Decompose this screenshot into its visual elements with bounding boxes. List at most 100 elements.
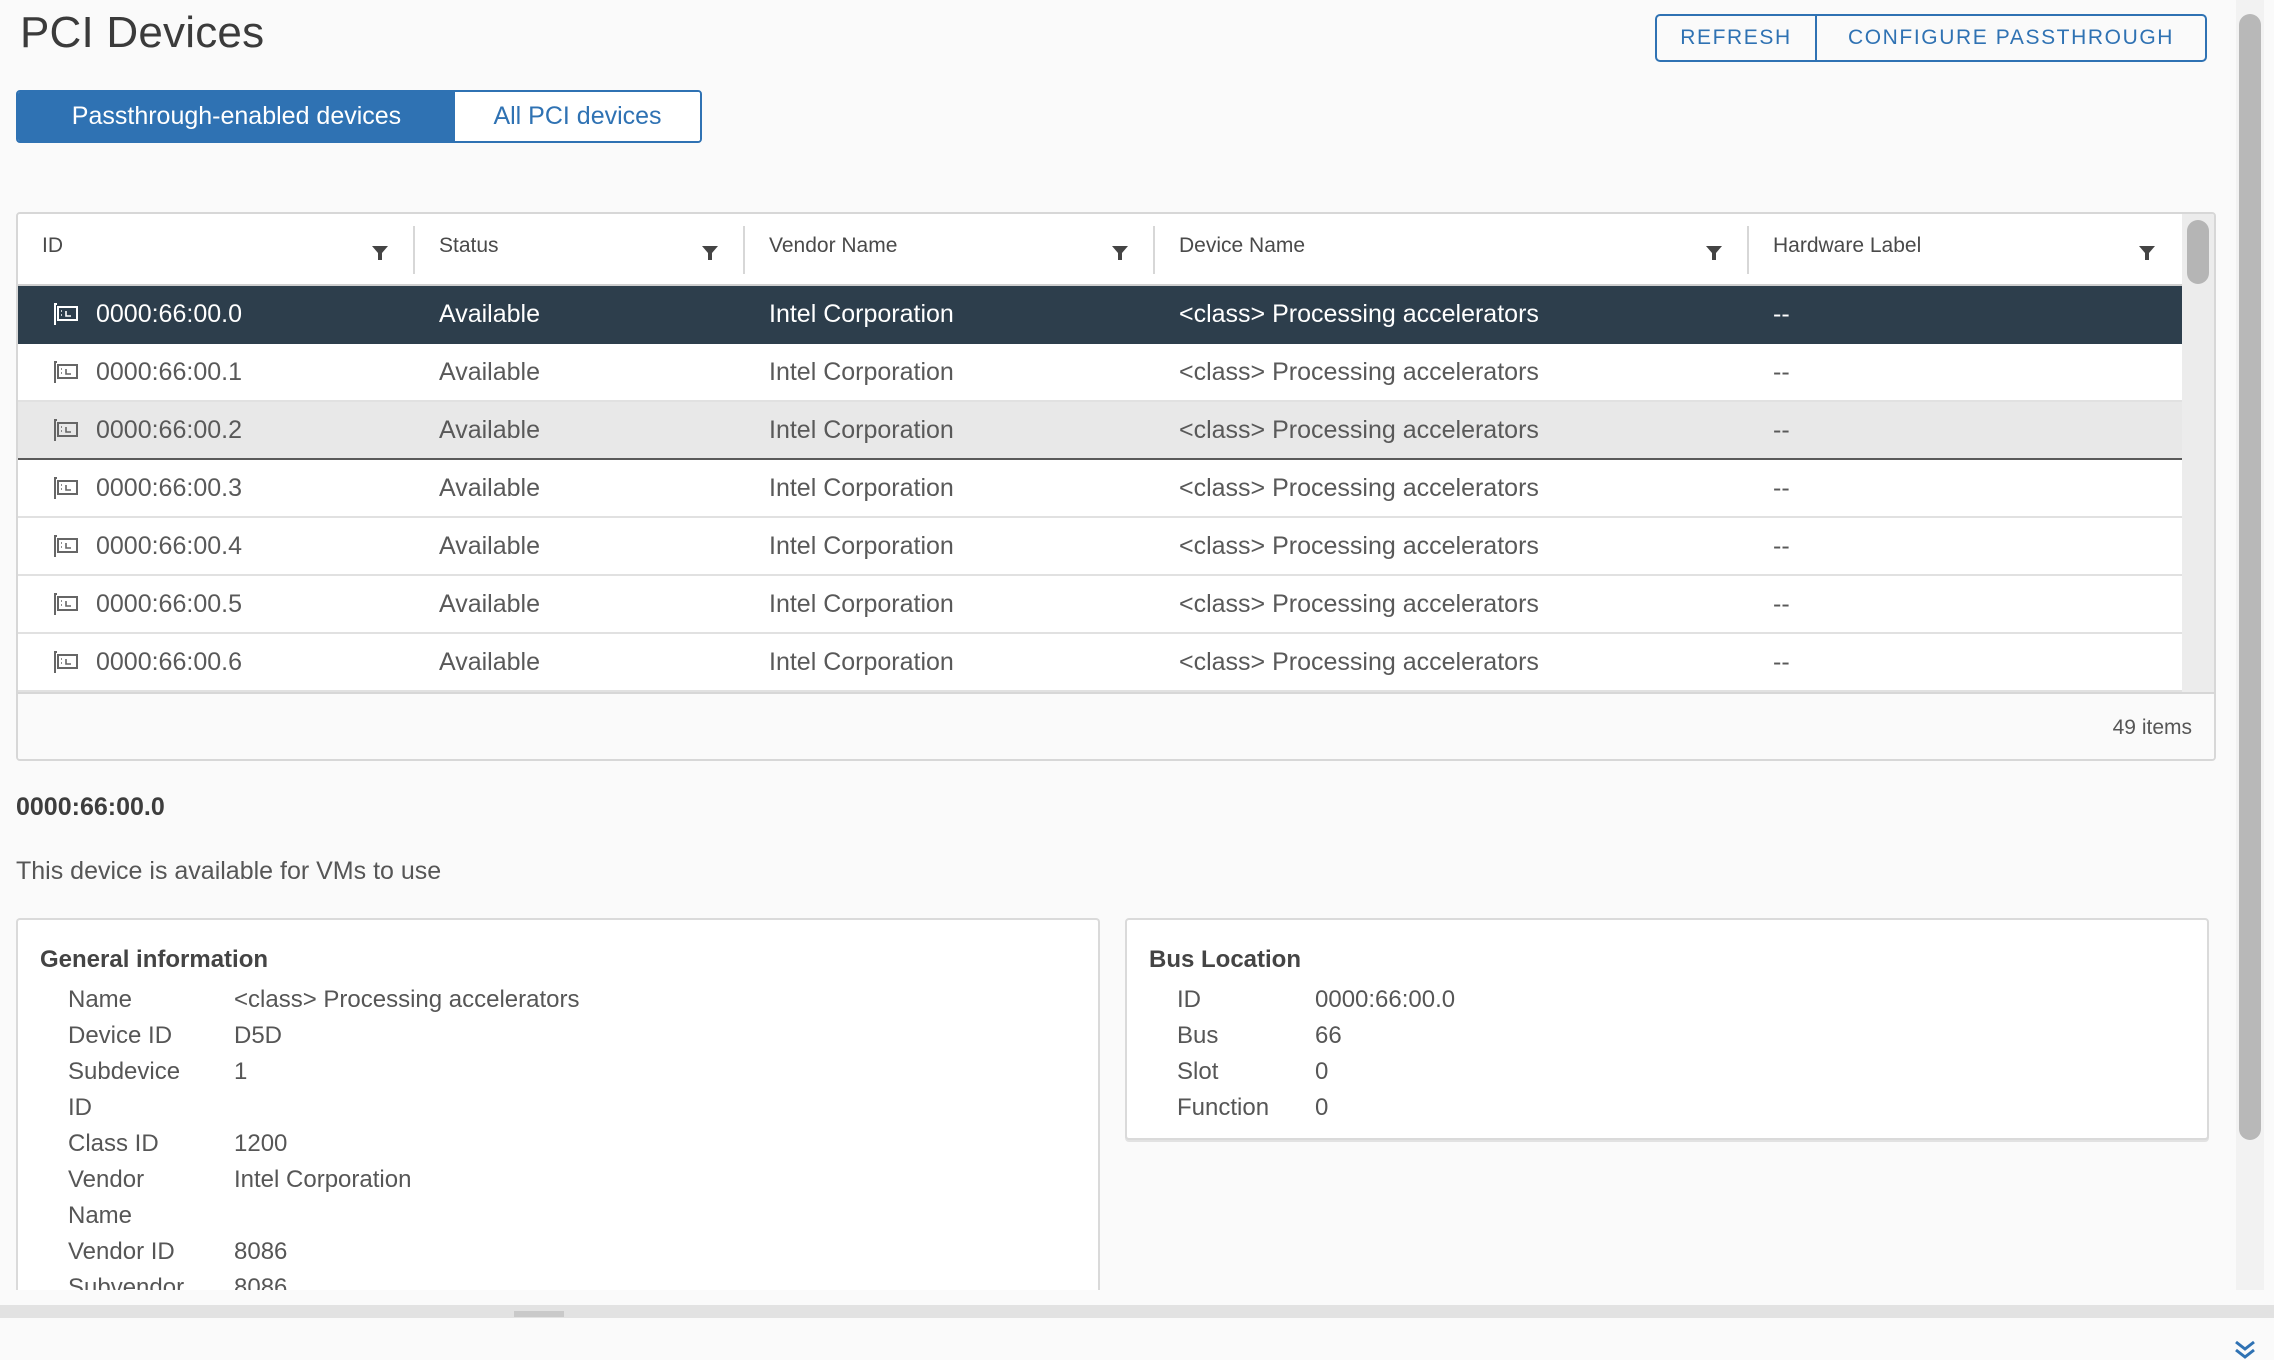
grid-body: 0000:66:00.0 Available Intel Corporation <c…: [18, 286, 2182, 692]
cell-device-name: <class> Processing accelerators: [1155, 344, 1749, 400]
cell-device-name: <class> Processing accelerators: [1155, 576, 1749, 632]
pci-card-icon: [54, 535, 78, 557]
filter-icon[interactable]: [1111, 244, 1129, 262]
cell-vendor-name: Intel Corporation: [745, 286, 1155, 342]
tab-all-pci-devices[interactable]: All PCI devices: [455, 92, 700, 141]
detail-field: Slot 0: [1177, 1054, 1455, 1090]
cell-text: --: [1773, 299, 1790, 328]
cell-hardware-label: --: [1749, 460, 2182, 516]
cell-text: <class> Processing accelerators: [1179, 299, 1539, 328]
filter-icon[interactable]: [1705, 244, 1723, 262]
filter-icon[interactable]: [2138, 244, 2156, 262]
splitter-grip[interactable]: [514, 1311, 564, 1317]
cell-id: 0000:66:00.6: [18, 634, 415, 690]
filter-icon[interactable]: [371, 244, 389, 262]
page-scrollbar[interactable]: [2236, 0, 2264, 1290]
field-key: Subdevice ID: [68, 1058, 181, 1121]
cell-text: Intel Corporation: [769, 647, 954, 676]
cell-device-name: <class> Processing accelerators: [1155, 460, 1749, 516]
table-row[interactable]: 0000:66:00.3 Available Intel Corporation <c…: [18, 460, 2182, 518]
detail-field: Subdevice ID 1: [68, 1054, 580, 1126]
field-value: D5D: [234, 1022, 283, 1049]
field-key: Function: [1177, 1094, 1270, 1121]
cell-hardware-label: --: [1749, 344, 2182, 400]
panel-resize-splitter[interactable]: [0, 1305, 2274, 1318]
detail-field: ID 0000:66:00.0: [1177, 982, 1455, 1018]
pci-card-icon: [54, 593, 78, 615]
cell-hardware-label: --: [1749, 402, 2182, 458]
cell-status: Available: [415, 286, 745, 342]
cell-text: --: [1773, 531, 1790, 560]
cell-text: Intel Corporation: [769, 299, 954, 328]
column-header-status[interactable]: Status: [415, 214, 745, 284]
cell-status: Available: [415, 344, 745, 400]
grid-scrollbar[interactable]: [2182, 214, 2214, 692]
filter-icon[interactable]: [701, 244, 719, 262]
cell-vendor-name: Intel Corporation: [745, 402, 1155, 458]
cell-text: 0000:66:00.1: [96, 357, 242, 386]
cell-text: Available: [439, 473, 541, 502]
field-key: Bus: [1177, 1022, 1219, 1049]
table-row[interactable]: 0000:66:00.2 Available Intel Corporation <c…: [18, 402, 2182, 460]
cell-text: 0000:66:00.6: [96, 647, 242, 676]
cell-id: 0000:66:00.2: [18, 402, 415, 458]
detail-field: Vendor Name Intel Corporation: [68, 1162, 580, 1234]
field-key: Device ID: [68, 1022, 173, 1049]
field-value: 66: [1315, 1022, 1342, 1049]
field-value: 1200: [234, 1130, 288, 1157]
cell-text: --: [1773, 589, 1790, 618]
cell-text: Available: [439, 357, 541, 386]
cell-vendor-name: Intel Corporation: [745, 460, 1155, 516]
cell-text: Available: [439, 531, 541, 560]
column-header-id[interactable]: ID: [18, 214, 415, 284]
column-header-hardware-label[interactable]: Hardware Label: [1749, 214, 2182, 284]
field-key: Class ID: [68, 1130, 159, 1157]
cell-text: <class> Processing accelerators: [1179, 647, 1539, 676]
field-value: <class> Processing accelerators: [234, 986, 580, 1013]
pci-card-icon: [54, 651, 78, 673]
field-value: Intel Corporation: [234, 1166, 412, 1193]
cell-id: 0000:66:00.4: [18, 518, 415, 574]
cell-hardware-label: --: [1749, 634, 2182, 690]
cell-vendor-name: Intel Corporation: [745, 576, 1155, 632]
table-row[interactable]: 0000:66:00.6 Available Intel Corporation <c…: [18, 634, 2182, 692]
grid-scrollbar-thumb[interactable]: [2187, 220, 2209, 284]
refresh-button[interactable]: REFRESH: [1657, 16, 1817, 60]
cell-text: 0000:66:00.5: [96, 589, 242, 618]
cell-text: 0000:66:00.3: [96, 473, 242, 502]
pci-card-icon: [54, 477, 78, 499]
item-count: 49 items: [2112, 715, 2192, 739]
cell-text: --: [1773, 473, 1790, 502]
page-scrollbar-thumb[interactable]: [2239, 14, 2261, 1140]
cell-text: <class> Processing accelerators: [1179, 589, 1539, 618]
cell-text: Available: [439, 415, 541, 444]
column-header-vendor-name[interactable]: Vendor Name: [745, 214, 1155, 284]
cell-status: Available: [415, 460, 745, 516]
configure-passthrough-button[interactable]: CONFIGURE PASSTHROUGH: [1817, 16, 2205, 60]
table-row[interactable]: 0000:66:00.1 Available Intel Corporation <c…: [18, 344, 2182, 402]
cell-text: Available: [439, 647, 541, 676]
table-row[interactable]: 0000:66:00.5 Available Intel Corporation <c…: [18, 576, 2182, 634]
cell-device-name: <class> Processing accelerators: [1155, 402, 1749, 458]
cell-hardware-label: --: [1749, 576, 2182, 632]
cell-status: Available: [415, 518, 745, 574]
detail-field: Class ID 1200: [68, 1126, 580, 1162]
cell-text: Intel Corporation: [769, 357, 954, 386]
table-row[interactable]: 0000:66:00.4 Available Intel Corporation <c…: [18, 518, 2182, 576]
pci-card-icon: [54, 303, 78, 325]
cell-id: 0000:66:00.1: [18, 344, 415, 400]
cell-id: 0000:66:00.0: [18, 286, 415, 342]
field-key: Slot: [1177, 1058, 1219, 1085]
pci-devices-grid: ID Status Vendor Name Device Name Hardwa…: [16, 212, 2216, 761]
cell-text: 0000:66:00.2: [96, 415, 242, 444]
field-key: Vendor ID: [68, 1238, 175, 1265]
cell-hardware-label: --: [1749, 518, 2182, 574]
tab-passthrough-enabled[interactable]: Passthrough-enabled devices: [18, 92, 455, 141]
cell-text: Available: [439, 589, 541, 618]
pci-card-icon: [54, 419, 78, 441]
double-chevron-down-icon[interactable]: [2232, 1340, 2258, 1360]
field-value: 8086: [234, 1238, 288, 1265]
table-row[interactable]: 0000:66:00.0 Available Intel Corporation <c…: [18, 286, 2182, 344]
card-heading: General information: [40, 946, 269, 973]
column-header-device-name[interactable]: Device Name: [1155, 214, 1749, 284]
